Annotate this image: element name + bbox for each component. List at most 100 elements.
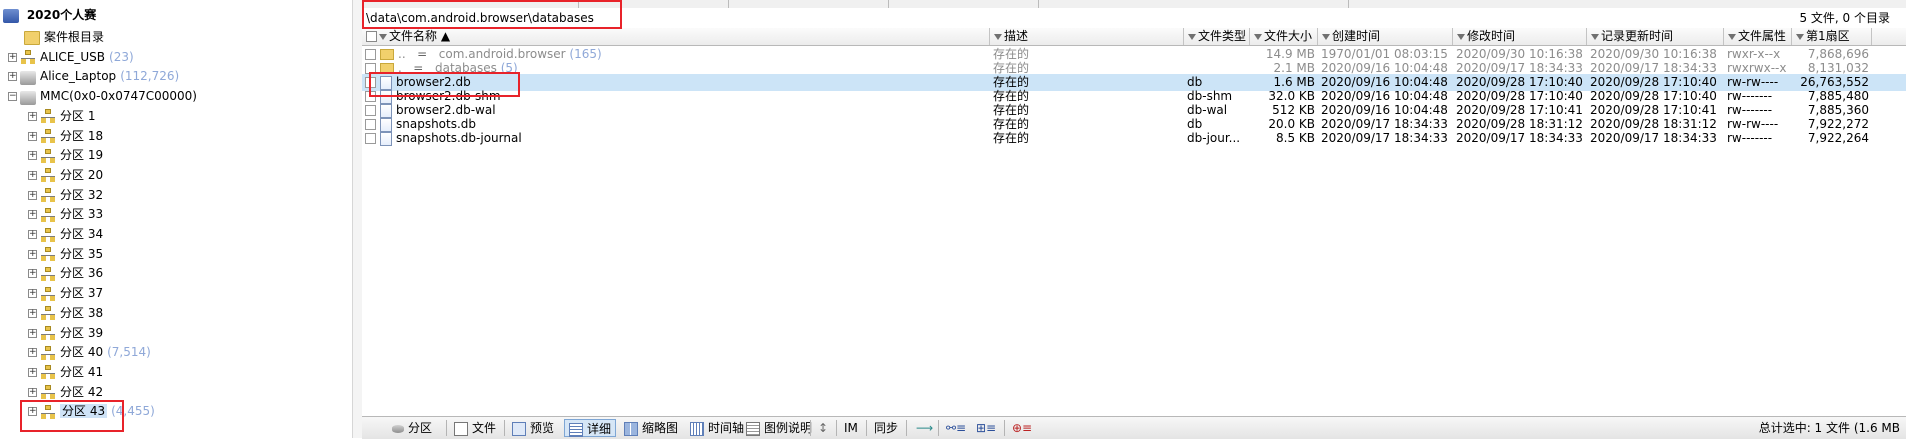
selection-status: 总计选中: 1 文件 (1.6 MB [1758, 421, 1900, 435]
expand-toggle-icon[interactable]: + [8, 52, 17, 62]
tab-partial[interactable] [1162, 0, 1349, 8]
detail-view-button[interactable]: 详细 [564, 419, 617, 437]
tree-item[interactable]: + 分区 35 [28, 245, 107, 264]
table-row[interactable]: snapshots.db-journal 存在的 db-jour... 8.5 KB 2… [362, 130, 1906, 147]
tree-root[interactable]: 2020个人赛 [3, 6, 96, 25]
expand-toggle-icon[interactable]: + [28, 348, 37, 358]
search-button[interactable]: ⚯≡ [942, 419, 970, 437]
filter-icon[interactable] [1457, 33, 1465, 40]
filter-icon[interactable] [379, 33, 387, 40]
expand-toggle-icon[interactable]: + [28, 230, 37, 239]
row-checkbox[interactable] [365, 77, 376, 88]
tree-item[interactable]: + 分区 40 (7,514) [28, 343, 151, 362]
partition-icon [40, 148, 56, 163]
legend-button[interactable]: 图例说明 [742, 419, 816, 437]
expand-toggle-icon[interactable]: + [28, 367, 37, 377]
preview-view-button[interactable]: 预览 [508, 419, 558, 437]
row-checkbox[interactable] [365, 119, 376, 130]
expand-toggle-icon[interactable]: + [28, 387, 37, 397]
filter-icon[interactable] [1591, 33, 1599, 40]
tree-item[interactable]: + 分区 43 (4,455) [28, 402, 155, 421]
navigate-arrow-button[interactable]: ⟶ [912, 419, 937, 437]
tree-item[interactable]: + 分区 33 [28, 205, 107, 224]
row-checkbox[interactable] [365, 105, 376, 116]
col-header-name[interactable]: 文件名称 ▲ [362, 28, 990, 45]
filter-list-button[interactable]: ⊞≡ [972, 419, 1000, 437]
tree-item[interactable]: + 分区 1 [28, 107, 99, 126]
col-header-desc[interactable]: 描述 [990, 28, 1184, 45]
tree-item[interactable]: + 分区 34 [28, 225, 107, 244]
tree-item[interactable]: + 分区 19 [28, 146, 107, 165]
file-name: snapshots.db-journal [396, 131, 522, 145]
im-button[interactable]: IM [840, 419, 862, 437]
partition-icon [40, 306, 56, 321]
target-button[interactable]: ⊕≡ [1008, 419, 1036, 437]
tree-item[interactable]: + Alice_Laptop (112,726) [8, 67, 179, 86]
col-header-record[interactable]: 记录更新时间 [1587, 28, 1724, 45]
partition-view-button[interactable]: 分区 [388, 419, 436, 437]
expand-toggle-icon[interactable]: + [28, 249, 37, 259]
filter-icon[interactable] [1728, 33, 1736, 40]
sort-arrows-button[interactable]: ↕ [814, 419, 832, 437]
tree-item[interactable]: 案件根目录 [12, 28, 108, 47]
expand-toggle-icon[interactable]: + [28, 269, 37, 279]
tree-item[interactable]: + 分区 39 [28, 324, 107, 343]
crosshair-icon: ⊕≡ [1012, 421, 1033, 435]
expand-toggle-icon[interactable]: + [28, 210, 37, 220]
expand-toggle-icon[interactable]: + [8, 72, 17, 82]
thumbnail-view-button[interactable]: 缩略图 [620, 419, 682, 437]
tree-item[interactable]: + 分区 18 [28, 127, 107, 146]
sync-button[interactable]: 同步 [870, 419, 902, 437]
tree-item-label: 分区 42 [60, 384, 104, 399]
tree-item[interactable]: + 分区 36 [28, 264, 107, 283]
tab-partial[interactable] [572, 0, 729, 8]
filter-icon[interactable] [1796, 33, 1804, 40]
filter-icon[interactable] [994, 33, 1002, 40]
col-header-modified[interactable]: 修改时间 [1453, 28, 1587, 45]
expand-toggle-icon[interactable]: + [28, 111, 37, 121]
file-view-button[interactable]: 文件 [450, 419, 500, 437]
col-header-attr[interactable]: 文件属性 [1724, 28, 1792, 45]
current-path[interactable]: \data\com.android.browser\databases [366, 10, 594, 26]
partition-icon [40, 247, 56, 262]
expand-toggle-icon[interactable]: + [28, 131, 37, 141]
file-icon [380, 131, 392, 146]
tree-item[interactable]: + 分区 20 [28, 166, 107, 185]
tree-item[interactable]: + 分区 38 [28, 304, 107, 323]
col-header-size[interactable]: 文件大小 [1250, 28, 1318, 45]
tab-partial[interactable] [722, 0, 889, 8]
row-checkbox[interactable] [365, 133, 376, 144]
filter-icon[interactable] [1322, 33, 1330, 40]
row-checkbox[interactable] [365, 63, 376, 74]
file-name: snapshots.db [396, 117, 477, 131]
tab-partial[interactable] [882, 0, 1039, 8]
col-header-created[interactable]: 创建时间 [1318, 28, 1453, 45]
tree-item[interactable]: + 分区 37 [28, 284, 107, 303]
select-all-checkbox[interactable] [366, 31, 377, 42]
row-checkbox[interactable] [365, 49, 376, 60]
filter-icon[interactable] [1254, 33, 1262, 40]
tree-item-label: 分区 37 [60, 286, 104, 301]
col-header-type[interactable]: 文件类型 [1184, 28, 1250, 45]
collapse-toggle-icon[interactable]: − [8, 92, 17, 102]
partition-icon [40, 404, 56, 419]
tab-partial[interactable] [462, 0, 579, 8]
expand-toggle-icon[interactable]: + [28, 407, 37, 417]
col-header-sector[interactable]: 第1扇区 [1792, 28, 1872, 45]
expand-toggle-icon[interactable]: + [28, 289, 37, 299]
tree-item[interactable]: − MMC(0x0-0x0747C00000) [8, 87, 201, 106]
row-checkbox[interactable] [365, 91, 376, 102]
expand-toggle-icon[interactable]: + [28, 151, 37, 161]
filter-icon[interactable] [1188, 33, 1196, 40]
timeline-view-button[interactable]: 时间轴 [686, 419, 748, 437]
tree-item[interactable]: + 分区 32 [28, 186, 107, 205]
cell-attr: rw------- [1727, 131, 1773, 145]
expand-toggle-icon[interactable]: + [28, 170, 37, 180]
tree-item[interactable]: + 分区 42 [28, 383, 107, 402]
expand-toggle-icon[interactable]: + [28, 190, 37, 200]
tree-item[interactable]: + 分区 41 [28, 363, 107, 382]
toolbar-divider [906, 420, 907, 436]
expand-toggle-icon[interactable]: + [28, 308, 37, 318]
tree-item[interactable]: + ALICE_USB (23) [8, 48, 134, 67]
expand-toggle-icon[interactable]: + [28, 328, 37, 338]
